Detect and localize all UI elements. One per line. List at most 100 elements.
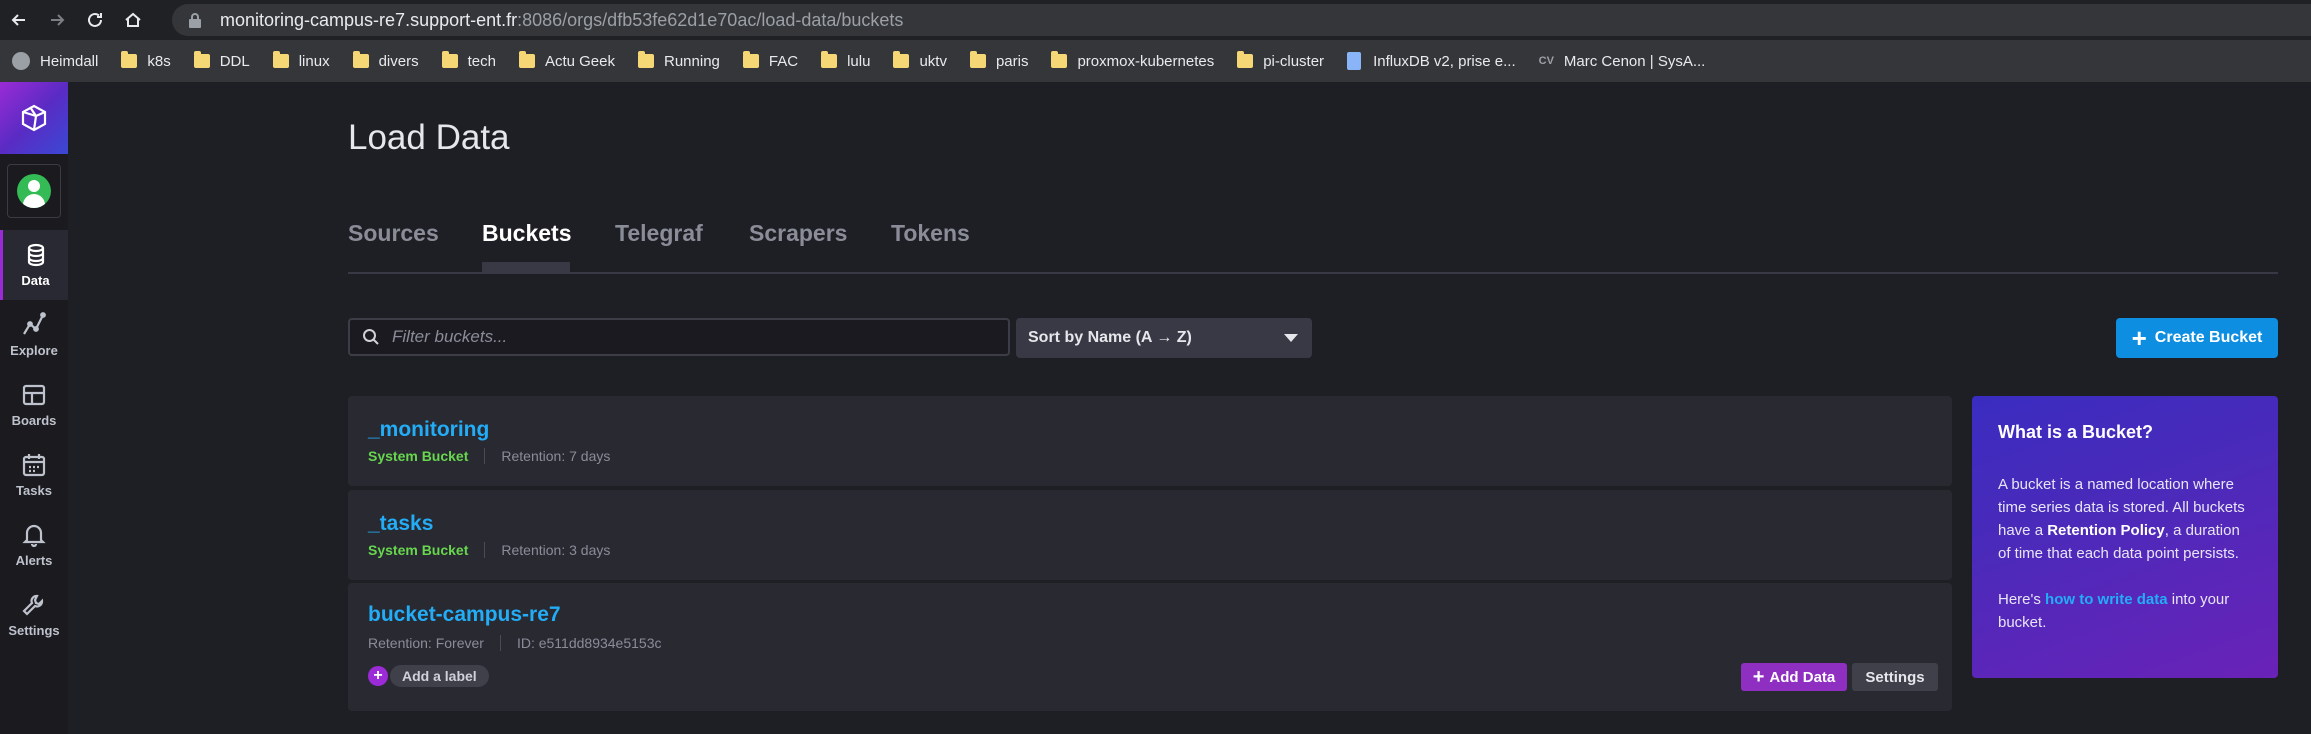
add-label-button[interactable]: Add a label (390, 665, 489, 687)
sidebar-item-explore[interactable]: Explore (0, 300, 68, 370)
folder-icon (272, 51, 289, 68)
folder-icon (1237, 51, 1254, 68)
info-text: Here's (1998, 591, 2046, 608)
bookmark-item[interactable]: Heimdall (12, 52, 98, 70)
sidebar-item-label: Explore (10, 343, 58, 358)
filter-buckets-field[interactable] (348, 318, 1010, 356)
bookmark-label: Actu Geek (544, 52, 615, 70)
bookmark-item[interactable]: lulu (821, 51, 871, 70)
create-bucket-label: Create Bucket (2154, 329, 2263, 346)
bookmark-label: DDL (219, 52, 250, 70)
tab-scrapers[interactable]: Scrapers (749, 220, 847, 247)
forward-arrow-icon[interactable] (38, 0, 76, 40)
bookmarks-bar: Heimdall k8s DDL linux divers tech Actu Geek Ru… (0, 40, 2311, 82)
bookmark-item[interactable]: Running (638, 51, 720, 70)
bucket-meta: System Bucket Retention: 3 days (368, 542, 610, 558)
bookmark-label: InfluxDB v2, prise e... (1373, 52, 1516, 70)
bookmark-label: lulu (847, 52, 871, 70)
bucket-info-panel: What is a Bucket? A bucket is a named lo… (1972, 396, 2278, 678)
bucket-retention: Retention: Forever (368, 635, 484, 651)
bookmark-label: Heimdall (40, 52, 99, 70)
bookmark-item[interactable]: pi-cluster (1237, 51, 1325, 70)
site-favicon-icon (12, 52, 30, 70)
dashboard-grid-icon (22, 384, 46, 406)
sort-dropdown[interactable]: Sort by Name (A → Z) (1016, 318, 1312, 358)
bookmark-item[interactable]: FAC (742, 51, 799, 70)
sidebar-item-data[interactable]: Data (0, 230, 68, 300)
plus-icon: + (2131, 323, 2147, 353)
sidebar-item-alerts[interactable]: Alerts (0, 510, 68, 580)
plus-icon: + (1752, 666, 1765, 688)
back-arrow-icon[interactable] (0, 0, 38, 40)
tab-telegraf[interactable]: Telegraf (615, 220, 703, 247)
sidebar-item-tasks[interactable]: Tasks (0, 440, 68, 510)
lock-icon (189, 13, 201, 28)
sidebar-item-boards[interactable]: Boards (0, 370, 68, 440)
system-bucket-badge: System Bucket (368, 448, 469, 464)
filter-buckets-input[interactable] (392, 327, 972, 347)
sidebar-item-label: Data (21, 273, 50, 288)
wrench-icon (22, 594, 44, 616)
address-bar[interactable]: monitoring-campus-re7.support-ent.fr:808… (172, 4, 2311, 36)
bucket-name-link[interactable]: _monitoring (368, 418, 489, 442)
load-data-tabs: Sources Buckets Telegraf Scrapers Tokens (348, 208, 2278, 274)
bucket-card: bucket-campus-re7 Retention: Forever ID:… (348, 583, 1952, 711)
home-icon[interactable] (114, 0, 152, 40)
sidebar-item-label: Settings (8, 623, 60, 638)
bucket-name-link[interactable]: bucket-campus-re7 (368, 603, 561, 627)
plus-icon[interactable]: + (368, 666, 388, 686)
bucket-meta: System Bucket Retention: 7 days (368, 448, 610, 464)
bucket-name-link[interactable]: _tasks (368, 512, 433, 536)
how-to-write-data-link[interactable]: how to write data (2045, 591, 2168, 608)
bucket-id: ID: e511dd8934e5153c (516, 635, 662, 651)
document-favicon-icon (1347, 52, 1362, 70)
bookmark-item[interactable]: tech (441, 51, 496, 70)
bucket-settings-button[interactable]: Settings (1852, 663, 1938, 691)
add-data-label: Add Data (1769, 668, 1836, 686)
caret-down-icon (1284, 334, 1298, 342)
info-panel-title: What is a Bucket? (1998, 422, 2154, 442)
folder-icon (193, 51, 210, 68)
bookmark-label: FAC (768, 52, 799, 70)
sort-dropdown-label: Sort by Name (A → Z) (1028, 329, 1192, 346)
bookmark-label: tech (467, 52, 496, 70)
folder-icon (352, 51, 369, 68)
bookmark-item[interactable]: k8s (121, 51, 171, 70)
bookmark-item[interactable]: DDL (193, 51, 250, 70)
add-label-control[interactable]: + Add a label (368, 665, 489, 687)
folder-icon (1051, 51, 1068, 68)
bookmark-item[interactable]: CV Marc Cenon | SysA... (1539, 53, 1706, 70)
tab-tokens[interactable]: Tokens (891, 220, 970, 247)
bookmark-item[interactable]: uktv (893, 51, 947, 70)
create-bucket-button[interactable]: + Create Bucket (2116, 318, 2278, 358)
folder-icon (969, 51, 986, 68)
bucket-retention: Retention: 3 days (501, 542, 611, 558)
bookmark-item[interactable]: linux (272, 51, 330, 70)
bookmark-item[interactable]: InfluxDB v2, prise e... (1347, 52, 1516, 70)
folder-icon (121, 51, 138, 68)
sidebar-item-label: Alerts (15, 553, 53, 568)
bookmark-label: paris (995, 52, 1029, 70)
influxdb-logo-icon[interactable] (0, 82, 68, 154)
sidebar-item-settings[interactable]: Settings (0, 580, 68, 650)
bookmark-label: divers (378, 52, 419, 70)
bookmark-label: k8s (147, 52, 171, 70)
add-data-button[interactable]: + Add Data (1741, 663, 1847, 691)
url-path: :8086/orgs/dfb53fe62d1e70ac/load-data/bu… (517, 9, 904, 30)
bookmark-label: pi-cluster (1263, 52, 1325, 70)
bookmark-item[interactable]: Actu Geek (518, 51, 615, 70)
user-avatar-button[interactable] (7, 164, 61, 218)
bookmark-label: uktv (919, 52, 947, 70)
database-icon (27, 243, 44, 267)
folder-icon (742, 51, 759, 68)
search-icon (363, 329, 379, 345)
info-panel-description: A bucket is a named location where time … (1998, 473, 2252, 565)
info-panel-help: Here's how to write data into your bucke… (1998, 588, 2252, 634)
bookmark-item[interactable]: divers (352, 51, 419, 70)
tab-sources[interactable]: Sources (348, 220, 439, 247)
tab-buckets[interactable]: Buckets (482, 220, 571, 247)
reload-icon[interactable] (76, 0, 114, 40)
active-tab-indicator (482, 262, 570, 272)
bookmark-item[interactable]: paris (969, 51, 1029, 70)
bookmark-item[interactable]: proxmox-kubernetes (1051, 51, 1214, 70)
